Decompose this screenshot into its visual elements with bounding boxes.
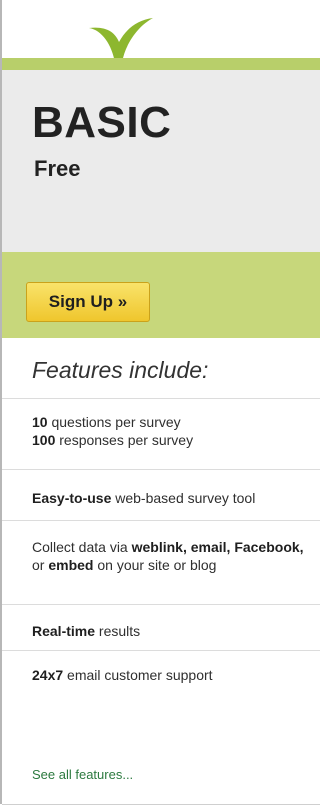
feature-easy-to-use: Easy-to-use web-based survey tool xyxy=(32,490,256,506)
cta-band: Sign Up » xyxy=(2,252,320,338)
divider xyxy=(2,650,320,651)
bottom-border xyxy=(2,804,320,805)
features-title: Features include: xyxy=(32,357,209,383)
feature-support: 24x7 email customer support xyxy=(32,667,213,683)
leaf-icon xyxy=(89,18,153,63)
feature-collect-data: Collect data via weblink, email, Faceboo… xyxy=(32,539,304,573)
top-accent-band xyxy=(2,58,320,70)
plan-header: BASIC Free xyxy=(2,70,320,252)
sign-up-button[interactable]: Sign Up » xyxy=(26,282,150,322)
divider xyxy=(2,469,320,470)
plan-price: Free xyxy=(34,156,81,181)
divider xyxy=(2,604,320,605)
divider xyxy=(2,520,320,521)
pricing-card: BASIC Free Sign Up » Features include: 1… xyxy=(0,0,320,805)
feature-questions: 10 questions per survey 100 responses pe… xyxy=(32,414,194,448)
plan-name: BASIC xyxy=(32,98,172,147)
divider xyxy=(2,398,320,399)
see-all-features-link[interactable]: See all features... xyxy=(32,767,133,782)
logo-strip xyxy=(2,0,320,63)
feature-real-time: Real-time results xyxy=(32,623,141,639)
